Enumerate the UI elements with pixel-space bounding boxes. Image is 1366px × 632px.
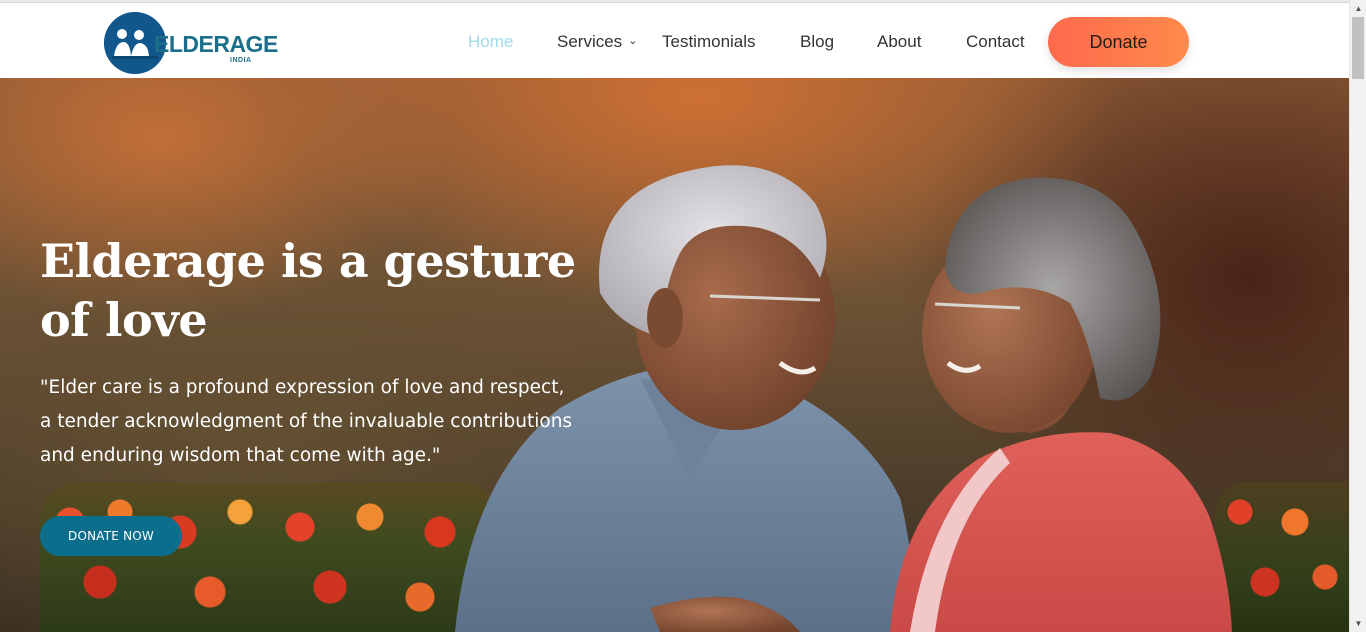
nav-home[interactable]: Home bbox=[468, 32, 513, 52]
donate-button[interactable]: Donate bbox=[1048, 17, 1189, 67]
hero-quote: "Elder care is a profound expression of … bbox=[40, 371, 600, 473]
site-header: ELDERAGE INDIA Home Services ⌄ Testimonia… bbox=[0, 3, 1349, 78]
scrollbar-thumb[interactable] bbox=[1352, 17, 1364, 79]
hero-quote-line-3: and enduring wisdom that come with age." bbox=[40, 445, 441, 466]
nav-contact[interactable]: Contact bbox=[966, 32, 1025, 52]
hero-title-line-2: of love bbox=[40, 293, 208, 347]
nav-services-label: Services bbox=[557, 32, 623, 51]
hero-quote-line-1: "Elder care is a profound expression of … bbox=[40, 377, 565, 398]
hero-banner: Elderage is a gesture of love "Elder car… bbox=[0, 78, 1349, 632]
elderly-couple-image bbox=[455, 165, 1232, 632]
page-scrollbar[interactable]: ▲ ▼ bbox=[1349, 0, 1366, 632]
hero-title: Elderage is a gesture of love bbox=[40, 232, 600, 350]
nav-about[interactable]: About bbox=[877, 32, 921, 52]
main-nav: Home Services ⌄ Testimonials Blog About C… bbox=[0, 3, 1349, 78]
nav-blog[interactable]: Blog bbox=[800, 32, 834, 52]
arrow-down-icon[interactable]: ▼ bbox=[1350, 615, 1366, 632]
hero-quote-line-2: a tender acknowledgment of the invaluabl… bbox=[40, 411, 573, 432]
arrow-up-icon[interactable]: ▲ bbox=[1350, 0, 1366, 17]
chevron-down-icon: ⌄ bbox=[628, 35, 638, 47]
nav-services[interactable]: Services ⌄ bbox=[557, 32, 637, 52]
hero-title-line-1: Elderage is a gesture bbox=[40, 234, 576, 288]
nav-testimonials[interactable]: Testimonials bbox=[662, 32, 756, 52]
donate-now-button[interactable]: DONATE NOW bbox=[40, 516, 182, 556]
